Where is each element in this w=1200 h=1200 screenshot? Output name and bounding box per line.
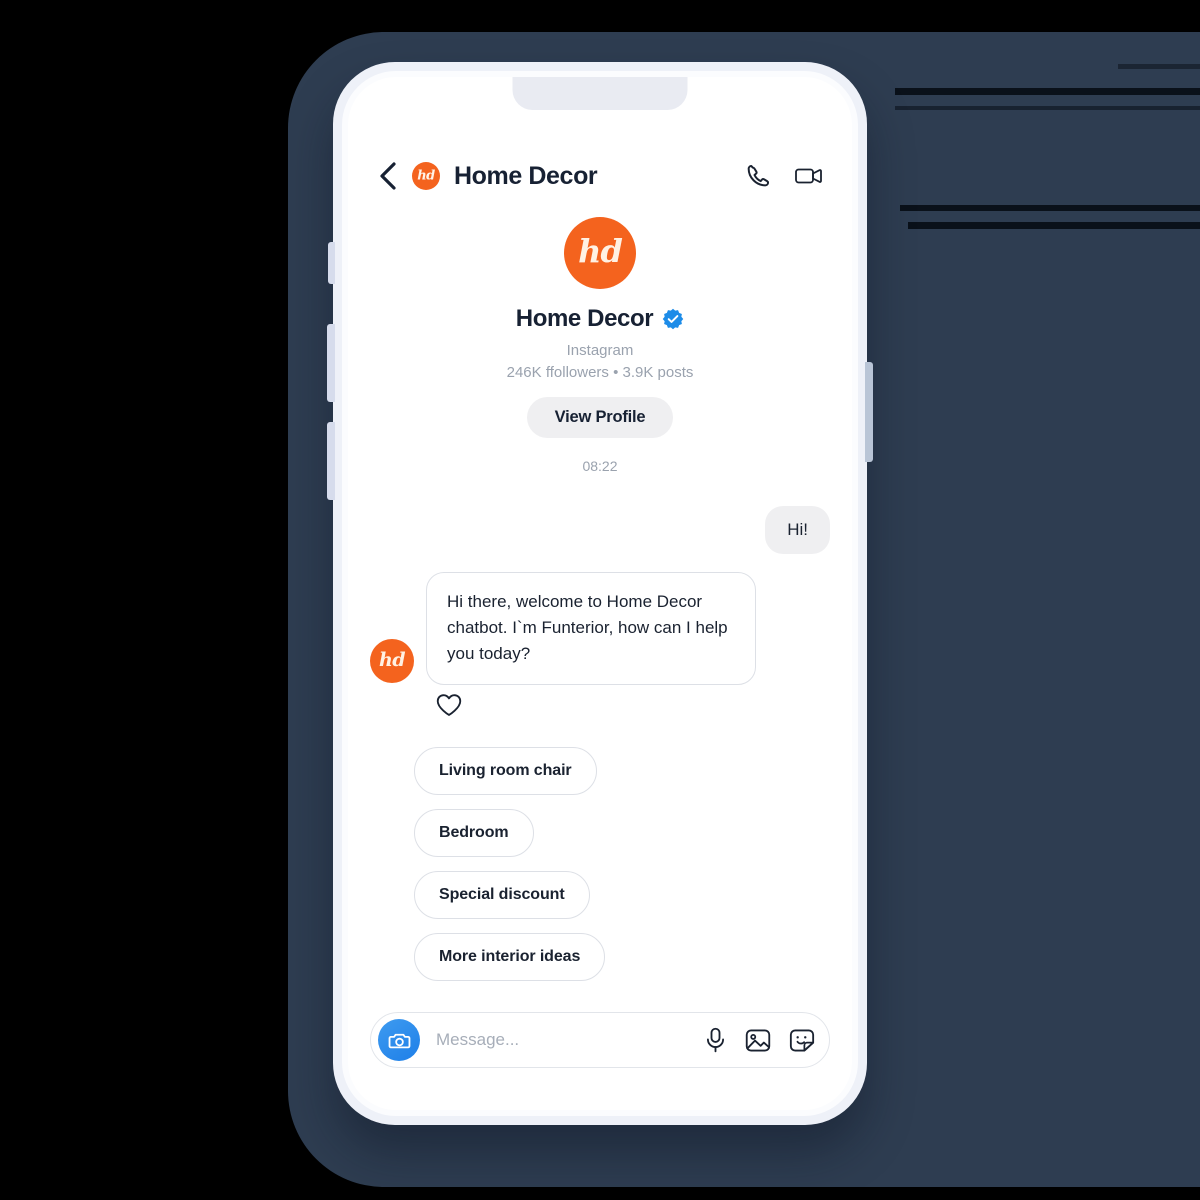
camera-icon [388, 1033, 410, 1048]
backdrop-line [1118, 64, 1200, 69]
composer-actions [696, 1027, 815, 1053]
header-avatar[interactable]: hd [412, 162, 440, 190]
message-avatar[interactable]: hd [370, 639, 414, 684]
message-avatar-initials: hd [379, 649, 406, 672]
video-call-button[interactable] [794, 162, 824, 190]
camera-button[interactable] [378, 1019, 420, 1061]
chat-title: Home Decor [454, 161, 598, 190]
image-icon [745, 1029, 771, 1051]
chevron-left-icon [379, 162, 396, 190]
backdrop-line [895, 88, 1200, 95]
sticker-button[interactable] [789, 1028, 815, 1053]
profile-avatar[interactable]: hd [564, 217, 636, 289]
gallery-button[interactable] [745, 1028, 771, 1053]
header-avatar-initials: hd [417, 168, 435, 183]
quick-reply-button[interactable]: Special discount [414, 871, 590, 920]
phone-icon [747, 164, 770, 187]
backdrop-line [895, 106, 1200, 110]
voice-record-button[interactable] [704, 1027, 727, 1053]
microphone-icon [706, 1027, 725, 1053]
call-button[interactable] [744, 162, 772, 190]
message-bubble-incoming: Hi there, welcome to Home Decor chatbot.… [426, 572, 756, 686]
profile-platform: Instagram [566, 342, 634, 359]
profile-avatar-initials: hd [578, 232, 623, 270]
profile-stats: 246K ffollowers • 3.9K posts [506, 364, 694, 381]
backdrop-line [900, 205, 1200, 211]
composer-container [348, 1012, 852, 1068]
like-reaction-button[interactable] [436, 693, 462, 719]
volume-down-button[interactable] [327, 422, 335, 500]
message-input[interactable] [420, 1030, 696, 1050]
power-button[interactable] [865, 362, 873, 462]
profile-card: hd Home Decor Instagram 246K ffollowers … [348, 199, 852, 474]
quick-reply-button[interactable]: Living room chair [414, 747, 597, 796]
conversation-timestamp: 08:22 [582, 458, 618, 474]
message-list: Hi! hd Hi there, welcome to Home Decor c… [348, 474, 852, 719]
verified-badge-icon [662, 308, 684, 330]
profile-name: Home Decor [515, 305, 654, 332]
phone-device: hd Home Decor hd Home Decor Instagram 24… [327, 62, 873, 1125]
video-camera-icon [795, 168, 822, 184]
message-row-incoming: hd Hi there, welcome to Home Decor chatb… [370, 572, 830, 686]
phone-screen: hd Home Decor hd Home Decor Instagram 24… [348, 77, 852, 1110]
back-button[interactable] [372, 161, 402, 191]
quick-reply-button[interactable]: More interior ideas [414, 933, 606, 982]
profile-name-row: Home Decor [368, 305, 832, 333]
quick-reply-button[interactable]: Bedroom [414, 809, 534, 858]
quick-reply-list: Living room chair Bedroom Special discou… [348, 719, 852, 982]
screenshot-stage: hd Home Decor hd Home Decor Instagram 24… [0, 0, 1200, 1200]
message-composer [370, 1012, 830, 1068]
message-row-outgoing: Hi! [370, 506, 830, 554]
volume-up-button[interactable] [327, 324, 335, 402]
mute-switch[interactable] [328, 242, 335, 284]
message-bubble-outgoing: Hi! [765, 506, 830, 554]
sticker-icon [789, 1029, 815, 1051]
view-profile-button[interactable]: View Profile [526, 397, 674, 438]
backdrop-line [908, 222, 1200, 229]
heart-outline-icon [436, 694, 462, 717]
notch [512, 77, 688, 110]
header-actions [744, 162, 828, 190]
